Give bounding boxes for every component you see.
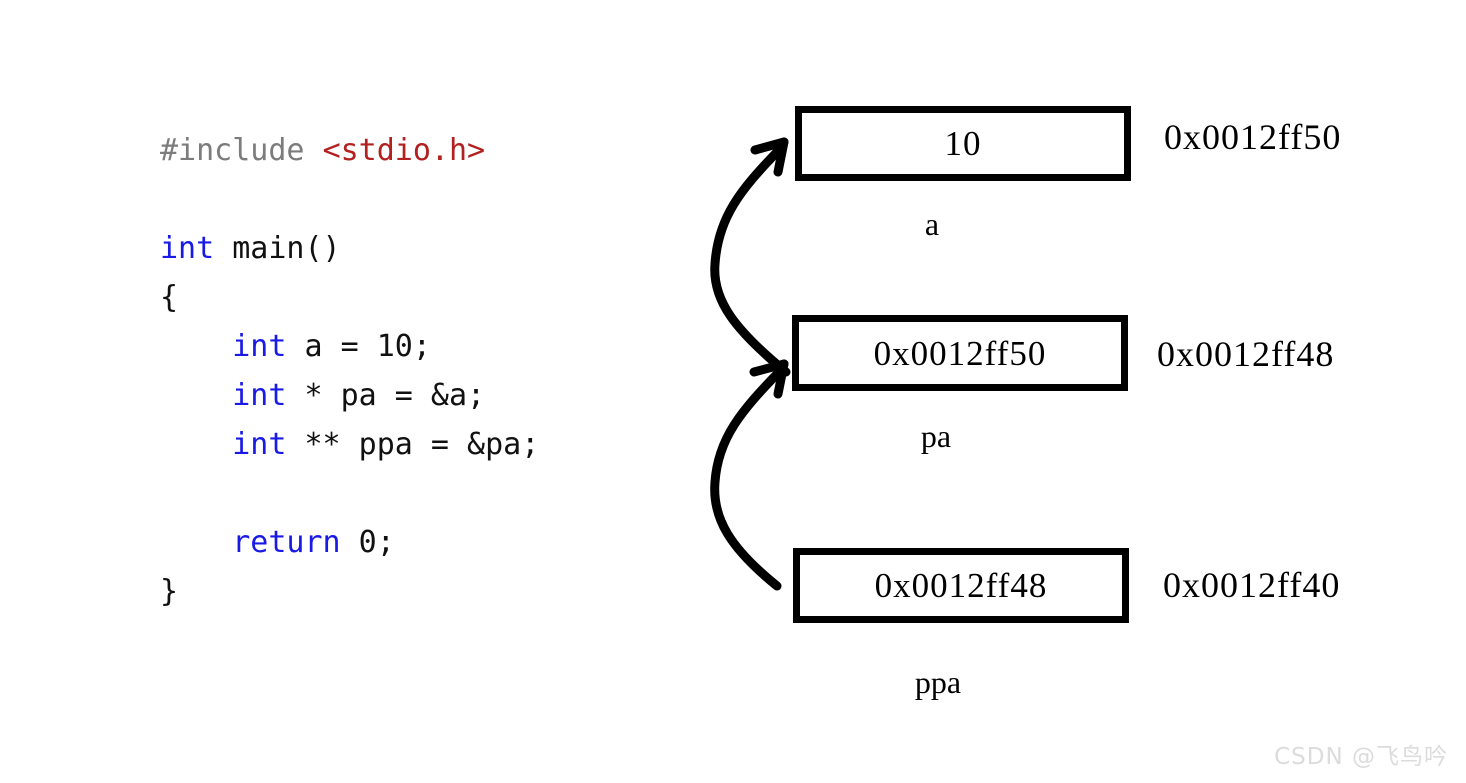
code-token: ** ppa = &pa; — [286, 427, 540, 462]
arrow-pa-to-a-tip-join — [774, 137, 789, 155]
code-line: int a = 10; — [160, 322, 680, 371]
arrow-ppa-to-pa-curve — [710, 367, 784, 591]
csdn-watermark: CSDN @飞鸟吟 — [1274, 744, 1448, 770]
code-token: { — [160, 280, 179, 315]
code-block: #include <stdio.h> int main() { int a = 1… — [160, 126, 680, 616]
memory-label-ppa: ppa — [914, 664, 962, 700]
memory-value-ppa: 0x0012ff48 — [874, 566, 1048, 605]
memory-box-ppa: 0x0012ff48 — [793, 548, 1129, 623]
code-line: #include <stdio.h> — [160, 126, 680, 175]
code-token: int — [232, 378, 287, 413]
memory-value-pa: 0x0012ff50 — [873, 333, 1047, 373]
arrow-pa-to-a — [710, 137, 791, 377]
code-token: int — [232, 427, 287, 462]
memory-label-pa: pa — [920, 418, 952, 454]
arrow-pa-to-a-curve — [710, 145, 791, 377]
memory-label-a: a — [924, 206, 940, 242]
code-line: return 0; — [160, 518, 680, 567]
memory-value-a: 10 — [944, 124, 982, 163]
memory-address-pa: 0x0012ff48 — [1157, 334, 1335, 374]
memory-box-a: 10 — [795, 106, 1131, 181]
memory-address-ppa: 0x0012ff40 — [1163, 565, 1341, 605]
code-line: int * pa = &a; — [160, 371, 680, 420]
diagram-canvas: #include <stdio.h> int main() { int a = 1… — [0, 0, 1466, 783]
code-token: main() — [214, 231, 341, 266]
memory-address-a: 0x0012ff50 — [1164, 117, 1342, 157]
code-token: 0; — [340, 525, 395, 560]
code-token: int — [160, 231, 215, 266]
code-line: } — [160, 567, 680, 616]
code-line: int ** ppa = &pa; — [160, 420, 680, 469]
arrow-ppa-to-pa — [710, 359, 789, 591]
code-line: { — [160, 273, 680, 322]
arrow-pa-to-a-head — [750, 137, 789, 177]
code-token: int — [232, 329, 287, 364]
code-token: } — [160, 574, 179, 609]
code-token: a = 10; — [286, 329, 431, 364]
arrow-ppa-to-pa-head — [749, 359, 789, 399]
code-line: int main() — [160, 224, 680, 273]
code-token: return — [232, 525, 341, 560]
arrow-ppa-to-pa-tip-join — [774, 359, 789, 377]
code-token: <stdio.h> — [322, 133, 486, 168]
memory-box-pa: 0x0012ff50 — [792, 315, 1128, 391]
code-token: * pa = &a; — [286, 378, 486, 413]
code-token: #include — [160, 133, 323, 168]
